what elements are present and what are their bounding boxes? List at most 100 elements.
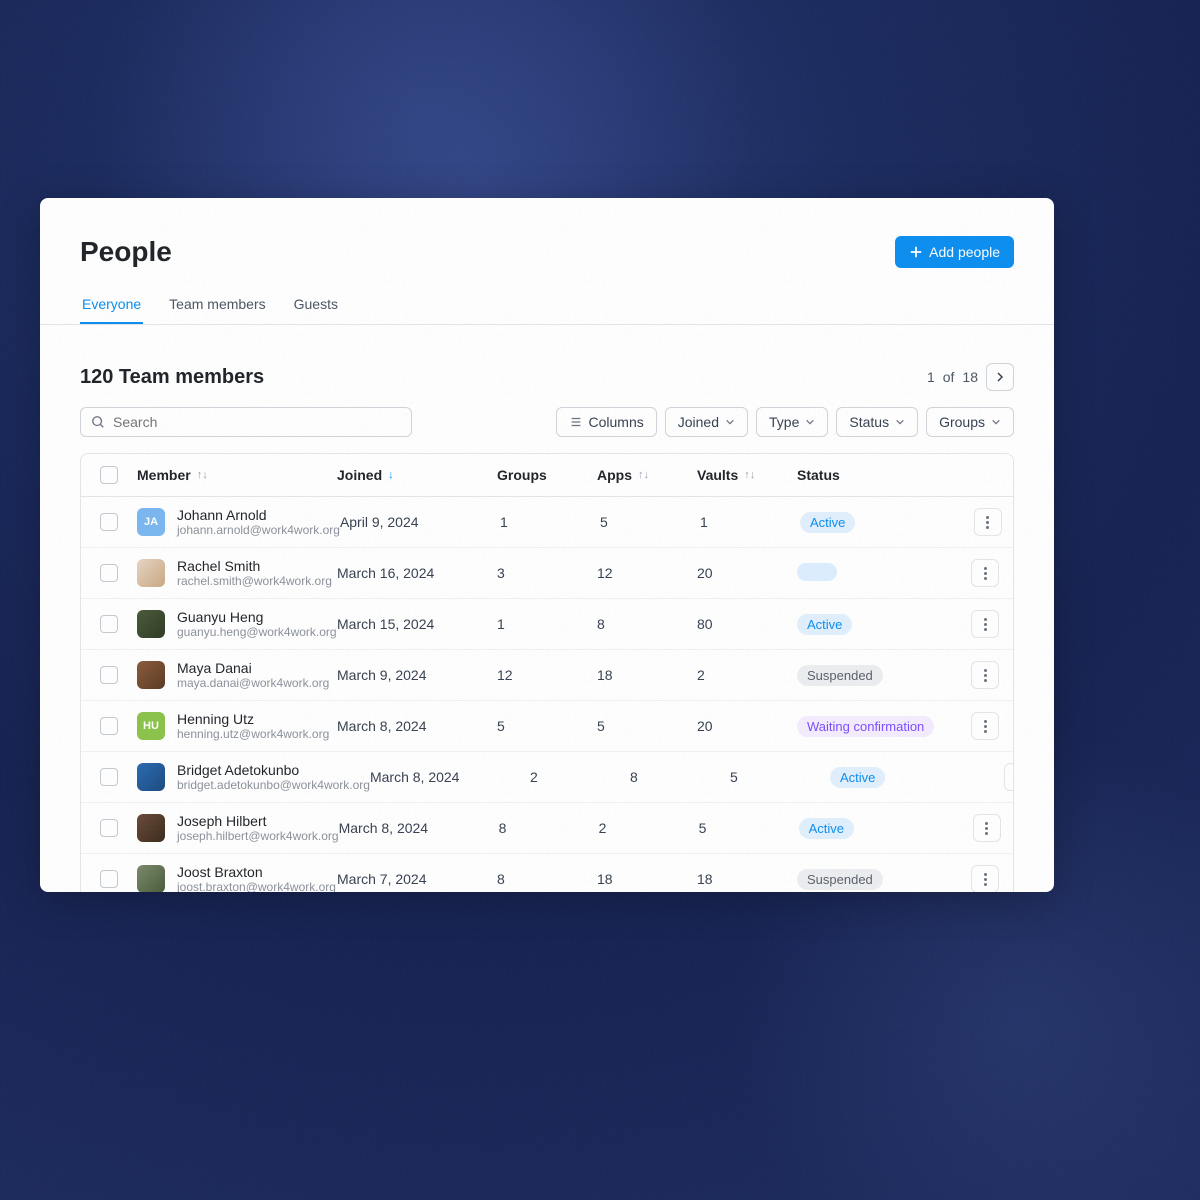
status-cell: Active bbox=[800, 512, 960, 533]
col-member[interactable]: Member ↑↓ bbox=[137, 467, 337, 483]
more-icon bbox=[984, 720, 987, 733]
sort-icon: ↑↓ bbox=[744, 469, 755, 481]
row-actions-button[interactable] bbox=[974, 508, 1002, 536]
members-table: Member ↑↓ Joined ↓ Groups Apps ↑↓ Vaults… bbox=[80, 453, 1014, 892]
chevron-down-icon bbox=[895, 417, 905, 427]
vaults-cell: 2 bbox=[697, 667, 797, 683]
status-badge: Active bbox=[799, 818, 854, 839]
sort-icon: ↑↓ bbox=[638, 469, 649, 481]
groups-cell: 8 bbox=[497, 871, 597, 887]
table-row: Joost Braxtonjoost.braxton@work4work.org… bbox=[81, 854, 1013, 892]
row-checkbox[interactable] bbox=[100, 870, 118, 888]
col-joined[interactable]: Joined ↓ bbox=[337, 467, 497, 483]
chevron-down-icon bbox=[805, 417, 815, 427]
member-email: henning.utz@work4work.org bbox=[177, 727, 329, 741]
vaults-cell: 20 bbox=[697, 565, 797, 581]
row-checkbox[interactable] bbox=[100, 717, 118, 735]
member-email: maya.danai@work4work.org bbox=[177, 676, 329, 690]
joined-filter[interactable]: Joined bbox=[665, 407, 748, 437]
apps-cell: 5 bbox=[597, 718, 697, 734]
member-email: rachel.smith@work4work.org bbox=[177, 574, 332, 588]
row-checkbox[interactable] bbox=[100, 615, 118, 633]
vaults-cell: 20 bbox=[697, 718, 797, 734]
add-people-button[interactable]: Add people bbox=[895, 236, 1014, 268]
joined-cell: March 8, 2024 bbox=[337, 718, 497, 734]
member-cell: Maya Danaimaya.danai@work4work.org bbox=[137, 660, 337, 690]
avatar bbox=[137, 559, 165, 587]
row-checkbox[interactable] bbox=[100, 564, 118, 582]
more-icon bbox=[984, 567, 987, 580]
row-actions-button[interactable] bbox=[971, 610, 999, 638]
avatar bbox=[137, 814, 165, 842]
col-apps[interactable]: Apps ↑↓ bbox=[597, 467, 697, 483]
joined-cell: March 15, 2024 bbox=[337, 616, 497, 632]
groups-cell: 5 bbox=[497, 718, 597, 734]
status-cell: Active bbox=[799, 818, 959, 839]
chevron-down-icon bbox=[725, 417, 735, 427]
filters: Columns Joined Type Status Groups bbox=[556, 407, 1015, 437]
joined-cell: March 8, 2024 bbox=[339, 820, 499, 836]
tab-guests[interactable]: Guests bbox=[292, 286, 340, 324]
columns-icon bbox=[569, 415, 583, 429]
row-actions-button[interactable] bbox=[971, 559, 999, 587]
joined-cell: March 7, 2024 bbox=[337, 871, 497, 887]
header: People Add people bbox=[40, 236, 1054, 286]
col-vaults[interactable]: Vaults ↑↓ bbox=[697, 467, 797, 483]
next-page-button[interactable] bbox=[986, 363, 1014, 391]
row-actions-button[interactable] bbox=[1004, 763, 1014, 791]
tabs: Everyone Team members Guests bbox=[40, 286, 1054, 325]
table-header: Member ↑↓ Joined ↓ Groups Apps ↑↓ Vaults… bbox=[81, 454, 1013, 497]
vaults-cell: 1 bbox=[700, 514, 800, 530]
groups-cell: 2 bbox=[530, 769, 630, 785]
member-cell: Joost Braxtonjoost.braxton@work4work.org bbox=[137, 864, 337, 892]
member-name: Bridget Adetokunbo bbox=[177, 762, 370, 778]
row-checkbox[interactable] bbox=[100, 513, 118, 531]
search-box[interactable] bbox=[80, 407, 412, 437]
more-icon bbox=[986, 516, 989, 529]
member-name: Maya Danai bbox=[177, 660, 329, 676]
chevron-down-icon bbox=[991, 417, 1001, 427]
search-input[interactable] bbox=[113, 414, 401, 430]
row-actions-button[interactable] bbox=[971, 661, 999, 689]
select-all-checkbox[interactable] bbox=[100, 466, 118, 484]
row-actions-button[interactable] bbox=[973, 814, 1001, 842]
avatar bbox=[137, 610, 165, 638]
member-name: Henning Utz bbox=[177, 711, 329, 727]
col-status[interactable]: Status bbox=[797, 467, 957, 483]
row-checkbox[interactable] bbox=[100, 666, 118, 684]
member-cell: Bridget Adetokunbobridget.adetokunbo@wor… bbox=[137, 762, 370, 792]
chevron-right-icon bbox=[994, 371, 1006, 383]
plus-icon bbox=[909, 245, 923, 259]
row-actions-button[interactable] bbox=[971, 865, 999, 892]
groups-cell: 8 bbox=[499, 820, 599, 836]
columns-button[interactable]: Columns bbox=[556, 407, 657, 437]
member-cell: Rachel Smithrachel.smith@work4work.org bbox=[137, 558, 337, 588]
row-checkbox[interactable] bbox=[100, 819, 118, 837]
status-badge: Active bbox=[800, 512, 855, 533]
status-badge: Active bbox=[797, 614, 852, 635]
avatar: HU bbox=[137, 712, 165, 740]
subheader: 120 Team members 1 of 18 bbox=[40, 325, 1054, 407]
table-row: Maya Danaimaya.danai@work4work.orgMarch … bbox=[81, 650, 1013, 701]
controls: Columns Joined Type Status Groups bbox=[40, 407, 1054, 453]
member-name: Guanyu Heng bbox=[177, 609, 337, 625]
status-filter[interactable]: Status bbox=[836, 407, 918, 437]
tab-everyone[interactable]: Everyone bbox=[80, 286, 143, 324]
groups-cell: 1 bbox=[500, 514, 600, 530]
groups-filter[interactable]: Groups bbox=[926, 407, 1014, 437]
table-row: Bridget Adetokunbobridget.adetokunbo@wor… bbox=[81, 752, 1013, 803]
col-groups[interactable]: Groups bbox=[497, 467, 597, 483]
row-checkbox[interactable] bbox=[100, 768, 118, 786]
status-cell: Active bbox=[830, 767, 990, 788]
avatar bbox=[137, 865, 165, 892]
member-count: 120 Team members bbox=[80, 366, 264, 389]
tab-team-members[interactable]: Team members bbox=[167, 286, 267, 324]
member-email: joseph.hilbert@work4work.org bbox=[177, 829, 339, 843]
more-icon bbox=[984, 669, 987, 682]
joined-cell: March 9, 2024 bbox=[337, 667, 497, 683]
member-name: Johann Arnold bbox=[177, 507, 340, 523]
page-of: of bbox=[943, 369, 955, 385]
apps-cell: 18 bbox=[597, 667, 697, 683]
type-filter[interactable]: Type bbox=[756, 407, 828, 437]
row-actions-button[interactable] bbox=[971, 712, 999, 740]
